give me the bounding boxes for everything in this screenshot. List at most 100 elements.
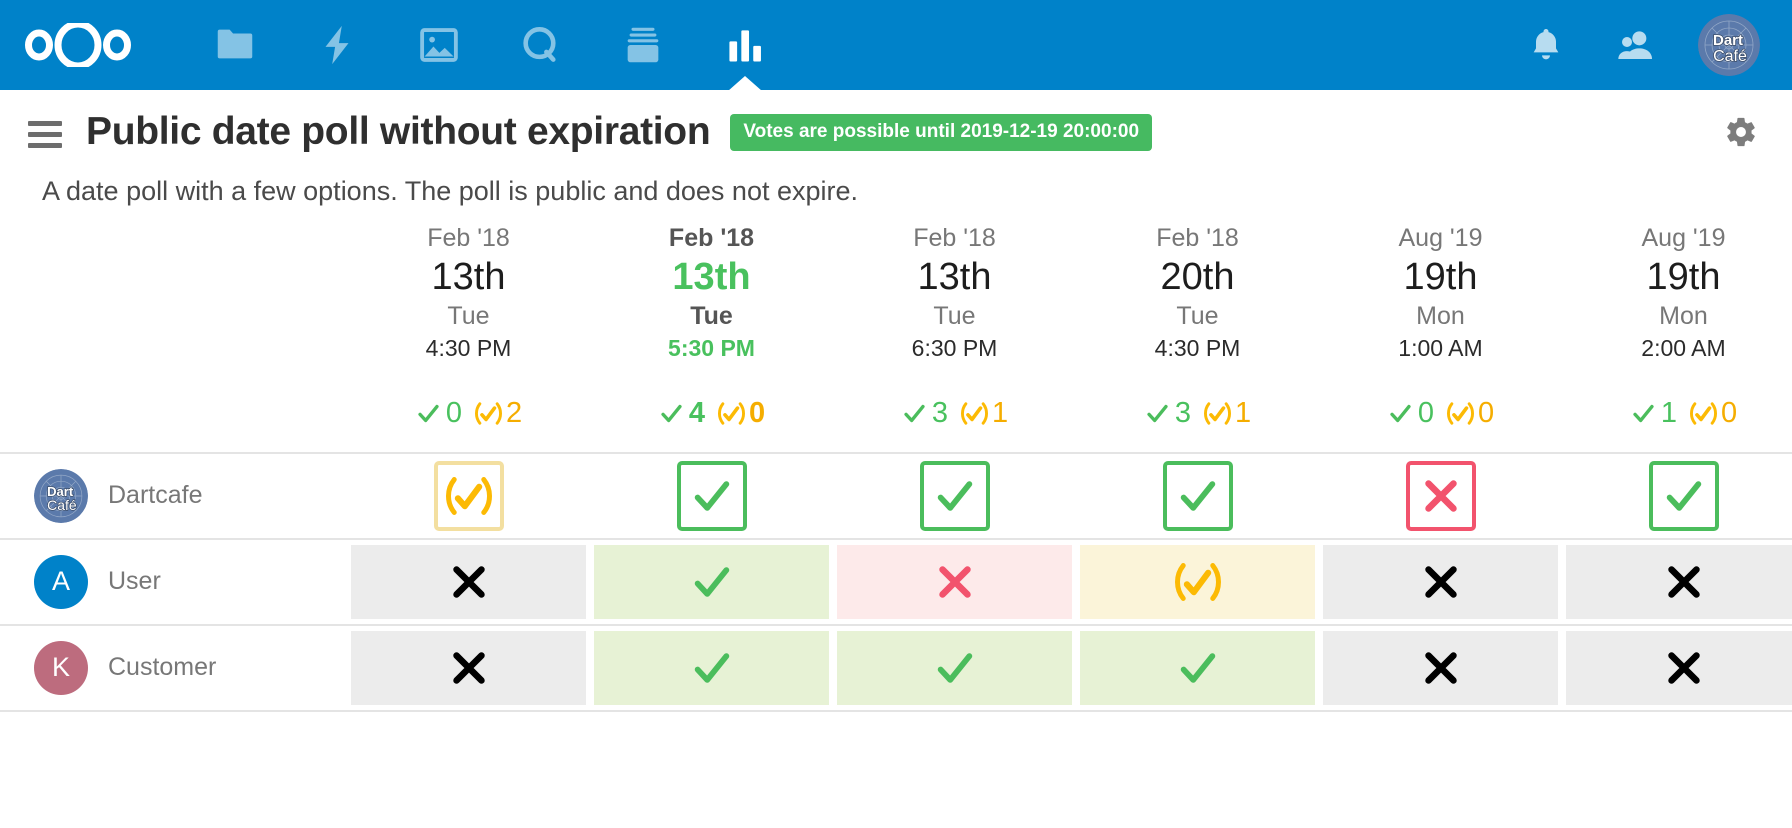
vote-cell[interactable] [594,459,829,533]
poll-vote-counts-row: 024031310010 [0,388,1792,440]
vote-no-icon [932,559,978,605]
option-weekday: Mon [1659,301,1708,330]
vote-unvoted-icon [446,559,492,605]
nav-app-search[interactable] [490,0,592,90]
vote-yes-icon [932,645,978,691]
nav-app-files[interactable] [184,0,286,90]
poll-participant-rows: Dart Café Dartcafe A User K Customer [0,454,1792,712]
yes-count: 0 [445,397,462,430]
poll-option-header[interactable]: Aug '19 19th Mon 2:00 AM [1566,223,1792,366]
yes-check-icon [658,400,685,427]
vote-unvoted-icon [1661,645,1707,691]
vote-yes-icon[interactable] [1162,460,1233,531]
vote-cell[interactable] [1323,630,1558,705]
contacts-icon[interactable] [1608,17,1664,73]
maybe-check-icon [1204,400,1231,427]
option-day: 19th [1403,255,1478,298]
vote-yes-icon[interactable] [1648,460,1719,531]
page-header: Public date poll without expiration Vote… [0,90,1792,162]
option-month: Aug '19 [1641,224,1726,252]
vote-unvoted-icon [1418,645,1464,691]
option-time: 2:00 AM [1641,335,1726,362]
vote-cell[interactable] [837,630,1072,705]
svg-text:Dart: Dart [1713,32,1743,49]
option-weekday: Mon [1416,301,1465,330]
vote-unvoted-icon [446,645,492,691]
poll-option-counts: 10 [1566,388,1792,440]
notifications-bell-icon[interactable] [1518,17,1574,73]
option-time: 4:30 PM [425,335,512,362]
vote-yes-icon [689,559,735,605]
poll-option-header[interactable]: Feb '18 13th Tue 6:30 PM [837,223,1072,366]
vote-cell[interactable] [1323,459,1558,533]
expiration-badge: Votes are possible until 2019-12-19 20:0… [730,113,1153,151]
option-time: 5:30 PM [668,335,755,362]
vote-yes-icon[interactable] [676,460,747,531]
vote-maybe-icon [1174,559,1221,605]
participant-name-cell: A User [0,554,351,609]
vote-cell[interactable] [594,544,829,619]
hamburger-line [28,120,62,126]
option-month: Feb '18 [427,224,510,252]
top-navigation-bar: Dart Café [0,0,1792,90]
nav-app-photos[interactable] [388,0,490,90]
nav-app-archive[interactable] [592,0,694,90]
avatar: K [34,640,88,695]
poll-option-header[interactable]: Feb '18 13th Tue 5:30 PM [594,223,829,366]
option-month: Feb '18 [668,224,755,252]
option-month: Aug '19 [1398,224,1483,252]
vote-cell[interactable] [837,544,1072,619]
vote-cell[interactable] [1566,630,1792,705]
poll-participant-row: K Customer [0,626,1792,712]
vote-cell[interactable] [351,544,586,619]
option-day: 13th [672,255,751,298]
option-month: Feb '18 [1156,224,1239,252]
nextcloud-logo[interactable] [22,17,142,73]
app-navigation-icons [184,0,796,90]
vote-unvoted-icon [1418,559,1464,605]
maybe-count: 1 [992,397,1009,430]
option-day: 20th [1160,255,1235,298]
vote-yes-icon[interactable] [919,460,990,531]
maybe-check-icon [1447,400,1474,427]
yes-count: 3 [1174,397,1191,430]
page-title: Public date poll without expiration [86,110,711,153]
vote-maybe-icon[interactable] [433,460,504,531]
nav-app-polls[interactable] [694,0,796,90]
vote-cell[interactable] [351,459,586,533]
maybe-count: 0 [1478,397,1495,430]
vote-cell[interactable] [1080,544,1315,619]
option-day: 19th [1646,255,1721,298]
option-weekday: Tue [1176,301,1219,330]
avatar: A [34,554,88,609]
vote-cell[interactable] [837,459,1072,533]
avatar: Dart Café [34,468,88,523]
gear-icon[interactable] [1718,109,1764,155]
participant-name-cell: K Customer [0,640,351,695]
vote-cell[interactable] [1323,544,1558,619]
vote-cell[interactable] [594,630,829,705]
poll-option-header[interactable]: Feb '18 20th Tue 4:30 PM [1080,223,1315,366]
option-weekday: Tue [690,301,733,330]
yes-count: 3 [931,397,948,430]
vote-cell[interactable] [1566,544,1792,619]
vote-cell[interactable] [1566,459,1792,533]
user-avatar[interactable]: Dart Café [1698,14,1760,76]
hamburger-line [28,131,62,137]
option-month: Feb '18 [913,224,996,252]
poll-option-header[interactable]: Aug '19 19th Mon 1:00 AM [1323,223,1558,366]
nav-app-activity[interactable] [286,0,388,90]
poll-option-header[interactable]: Feb '18 13th Tue 4:30 PM [351,223,586,366]
vote-cell[interactable] [351,630,586,705]
vote-no-icon[interactable] [1405,460,1476,531]
yes-count: 0 [1417,397,1434,430]
vote-cell[interactable] [1080,459,1315,533]
vote-yes-icon [689,645,735,691]
svg-text:Café: Café [47,497,77,513]
vote-cell[interactable] [1080,630,1315,705]
topbar-right-actions: Dart Café [1518,14,1770,76]
option-weekday: Tue [933,301,976,330]
hamburger-menu-icon[interactable] [28,116,64,152]
option-day: 13th [431,255,506,298]
maybe-count: 0 [749,397,766,430]
